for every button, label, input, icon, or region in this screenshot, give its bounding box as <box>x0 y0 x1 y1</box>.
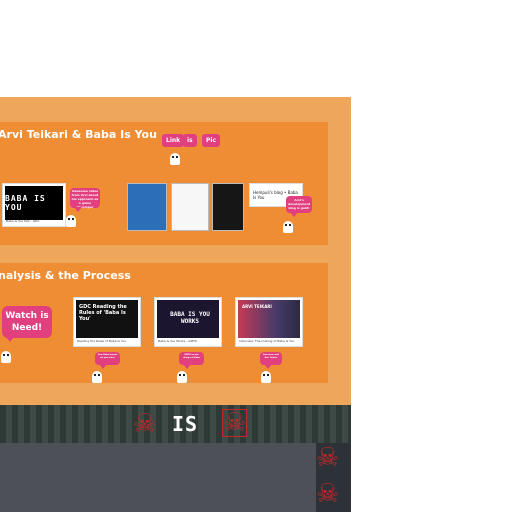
video-card-interview[interactable]: ARVI TEIKARI Interview: The making of Ba… <box>235 297 303 347</box>
thumb-title: BABA IS YOU WORKS <box>170 311 210 325</box>
note-bubble: Interview with Arvi Teikari <box>260 352 282 369</box>
thumb-title: GDC Reading the Rules of 'Baba Is You' <box>79 304 127 322</box>
baba-ghost-icon <box>1 351 11 363</box>
doc-thumbnail[interactable] <box>171 183 209 231</box>
card-caption: Baba Is You talk - GDC <box>6 219 40 223</box>
game-area: ☠ IS ☠ ☠ ☠ <box>0 405 351 512</box>
baba-ghost-icon <box>66 215 76 227</box>
card-caption: Interview: The making of Baba Is You <box>239 339 295 343</box>
section-arvi-teikari: Arvi Teikari & Baba Is You Link is Pic B… <box>0 122 328 245</box>
skull-icon: ☠ <box>316 479 340 509</box>
tag-link[interactable]: Link <box>162 134 185 147</box>
tag-pic[interactable]: Pic <box>202 134 221 147</box>
game-screen <box>0 443 316 512</box>
note-bubble: How Baba breaks its own rules <box>95 352 120 369</box>
video-card-gmtk[interactable]: BABA IS YOU WORKS Baba Is You Works - GM… <box>154 297 222 347</box>
note-bubble: Arvi's development blog is gold! <box>286 196 312 217</box>
section-title: nalysis & the Process <box>0 269 131 282</box>
thumb-title: ARVI TEIKARI <box>242 304 272 309</box>
skull-icon: ☠ <box>133 409 157 439</box>
baba-ghost-icon <box>283 221 293 233</box>
baba-ghost-icon <box>170 153 180 165</box>
baba-is-you-logo: BABA IS YOU <box>5 194 46 212</box>
baba-ghost-icon <box>261 371 271 383</box>
card-caption: Reading the Rules of Baba Is You <box>77 339 127 343</box>
doc-thumbnail[interactable] <box>127 183 167 231</box>
section-analysis-process: nalysis & the Process Watch is Need! GDC… <box>0 263 328 383</box>
video-card-gdc-rules[interactable]: GDC Reading the Rules of 'Baba Is You' R… <box>73 297 141 347</box>
is-text-block: IS <box>172 412 199 436</box>
note-bubble: GMTK on the design of Baba <box>179 352 204 369</box>
card-caption: Baba Is You Works - GMTK <box>158 339 197 343</box>
baba-ghost-icon <box>177 371 187 383</box>
skull-icon: ☠ <box>316 443 340 473</box>
doc-thumbnail[interactable] <box>212 183 244 231</box>
video-card-gdc[interactable]: BABA IS YOU Baba Is You talk - GDC <box>2 183 66 227</box>
baba-ghost-icon <box>92 371 102 383</box>
watch-bubble: Watch is Need! <box>2 306 52 342</box>
whiteboard: Arvi Teikari & Baba Is You Link is Pic B… <box>0 97 351 405</box>
skull-icon: ☠ <box>222 408 248 438</box>
section-title: Arvi Teikari & Baba Is You <box>0 128 157 141</box>
tag-is[interactable]: is <box>183 134 197 147</box>
note-bubble: Awesome video from Arvi about his approa… <box>70 188 100 212</box>
